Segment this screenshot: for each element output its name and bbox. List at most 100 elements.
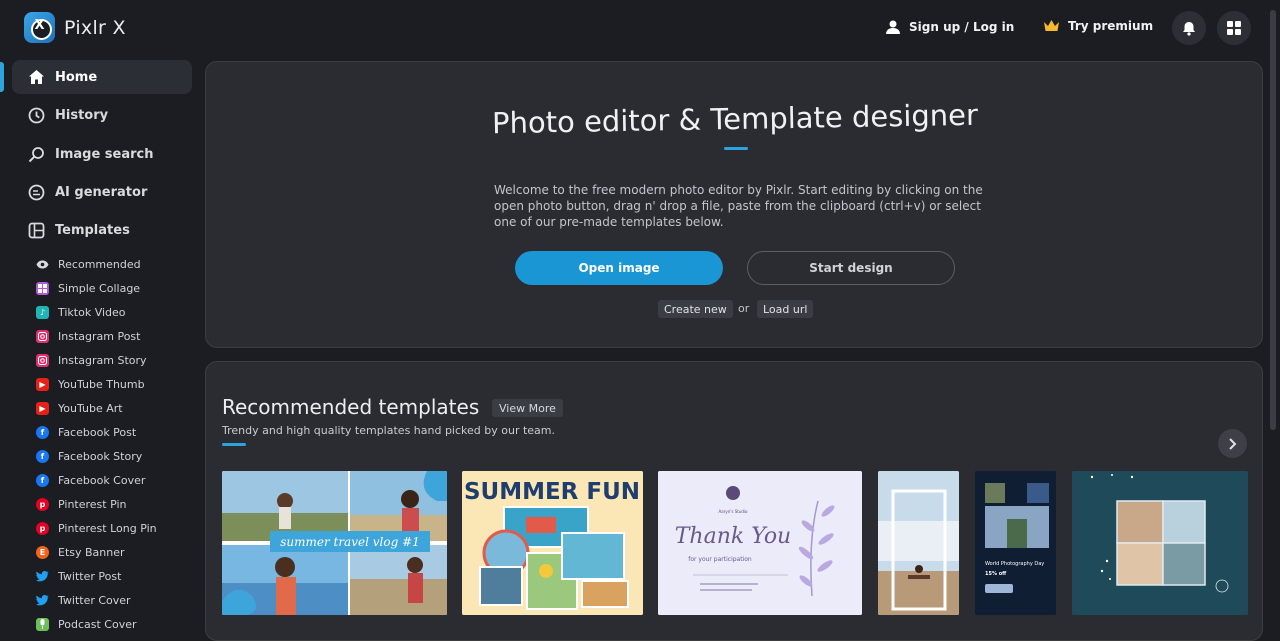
facebook-icon: f — [36, 473, 49, 487]
template-etsy-banner-label: Etsy Banner — [58, 545, 125, 559]
nav-history[interactable]: History — [12, 98, 192, 132]
template-podcast-cover-label: Podcast Cover — [58, 617, 137, 631]
template-simple-collage-label: Simple Collage — [58, 281, 141, 295]
template-card-caption: summer travel vlog #1 — [280, 535, 420, 549]
hero-underline — [724, 147, 748, 150]
nav-ai-generator[interactable]: AI generator — [12, 175, 192, 209]
start-design-button[interactable]: Start design — [747, 251, 955, 285]
microphone-icon — [36, 617, 49, 631]
template-pinterest-long-pin[interactable]: p Pinterest Long Pin — [36, 519, 157, 537]
try-premium-button[interactable]: Try premium — [1043, 19, 1153, 33]
eye-icon — [36, 258, 49, 271]
template-facebook-cover-label: Facebook Cover — [58, 473, 146, 487]
template-card-summer-fun[interactable]: SUMMER FUN — [462, 471, 643, 615]
template-card-travel-vlog[interactable]: summer travel vlog #1 — [222, 471, 447, 615]
template-facebook-cover[interactable]: f Facebook Cover — [36, 471, 145, 489]
template-etsy-banner[interactable]: E Etsy Banner — [36, 543, 125, 561]
recommended-templates-panel: Recommended templates View More Trendy a… — [205, 361, 1263, 641]
twitter-icon — [36, 570, 49, 583]
signup-login-label: Sign up / Log in — [909, 20, 1015, 34]
travel-vlog-thumbnail: summer travel vlog #1 — [222, 471, 447, 615]
next-templates-button[interactable] — [1218, 429, 1247, 458]
nav-home-label: Home — [55, 69, 98, 85]
hero-description: Welcome to the free modern photo editor … — [494, 183, 983, 229]
template-twitter-cover[interactable]: Twitter Cover — [36, 591, 131, 609]
template-card-photography-day[interactable]: World Photography Day 15% off — [975, 471, 1056, 615]
home-icon — [29, 70, 44, 84]
template-instagram-post-label: Instagram Post — [58, 329, 141, 343]
template-tiktok-video[interactable]: ♪ Tiktok Video — [36, 303, 126, 321]
template-recommended-label: Recommended — [58, 257, 141, 271]
recommended-subtitle: Trendy and high quality templates hand p… — [222, 424, 556, 437]
template-card-caption: Thank You — [675, 524, 791, 549]
youtube-icon: ▶ — [36, 377, 49, 391]
hero-panel: Photo editor & Template designer Welcome… — [205, 61, 1263, 348]
or-label: or — [738, 302, 750, 315]
recommended-underline — [222, 443, 246, 446]
nav-templates-label: Templates — [55, 222, 130, 238]
notifications-button[interactable] — [1172, 11, 1206, 45]
template-card-discount: 15% off — [985, 571, 1007, 577]
instagram-icon — [36, 329, 49, 343]
template-tiktok-video-label: Tiktok Video — [58, 305, 126, 319]
page-scrollbar[interactable] — [1270, 10, 1276, 430]
nav-home[interactable]: Home — [12, 60, 192, 94]
app-name: Pixlr X — [64, 16, 126, 39]
template-facebook-story[interactable]: f Facebook Story — [36, 447, 142, 465]
facebook-icon: f — [36, 449, 49, 463]
template-pinterest-pin-label: Pinterest Pin — [58, 497, 127, 511]
instagram-icon — [36, 353, 49, 367]
template-instagram-story-label: Instagram Story — [58, 353, 147, 367]
twitter-icon — [36, 594, 49, 607]
template-card-thank-you[interactable]: Aaryn's Studio Thank You for your partic… — [658, 471, 862, 615]
nav-image-search[interactable]: Image search — [12, 137, 192, 171]
template-card-beach-frame[interactable] — [878, 471, 959, 615]
youtube-icon: ▶ — [36, 401, 49, 415]
template-pinterest-pin[interactable]: p Pinterest Pin — [36, 495, 127, 513]
template-card-studio: Aaryn's Studio — [719, 509, 748, 514]
view-more-button[interactable]: View More — [492, 399, 563, 417]
template-facebook-story-label: Facebook Story — [58, 449, 143, 463]
recommended-title: Recommended templates — [222, 395, 480, 419]
pinterest-icon: p — [36, 521, 49, 535]
create-new-button[interactable]: Create new — [658, 300, 733, 318]
beach-frame-thumbnail — [878, 471, 959, 615]
template-twitter-post[interactable]: Twitter Post — [36, 567, 121, 585]
crown-icon — [1044, 20, 1059, 31]
template-recommended[interactable]: Recommended — [36, 255, 141, 273]
nav-history-label: History — [55, 107, 109, 123]
photography-day-thumbnail: World Photography Day 15% off — [975, 471, 1056, 615]
facebook-icon: f — [36, 425, 49, 439]
signup-login-button[interactable]: Sign up / Log in — [885, 19, 1014, 35]
collage-icon — [36, 281, 49, 295]
hero-title: Photo editor & Template designer — [491, 97, 979, 141]
pixlr-logo-icon: X — [24, 12, 55, 43]
nav-templates[interactable]: Templates — [12, 213, 192, 247]
template-instagram-story[interactable]: Instagram Story — [36, 351, 147, 369]
template-card-caption: SUMMER FUN — [464, 479, 640, 505]
try-premium-label: Try premium — [1068, 19, 1154, 33]
template-card-caption: World Photography Day — [985, 561, 1044, 567]
template-instagram-post[interactable]: Instagram Post — [36, 327, 140, 345]
app-logo[interactable]: X Pixlr X — [24, 12, 126, 43]
template-youtube-art[interactable]: ▶ YouTube Art — [36, 399, 123, 417]
template-pinterest-long-pin-label: Pinterest Long Pin — [58, 521, 157, 535]
open-image-button[interactable]: Open image — [515, 251, 723, 285]
template-card-subcaption: for your participation — [688, 556, 752, 563]
template-youtube-thumb[interactable]: ▶ YouTube Thumb — [36, 375, 145, 393]
template-facebook-post[interactable]: f Facebook Post — [36, 423, 136, 441]
template-podcast-cover[interactable]: Podcast Cover — [36, 615, 137, 633]
top-bar: X Pixlr X Sign up / Log in Try premium — [0, 0, 1280, 56]
template-twitter-post-label: Twitter Post — [58, 569, 122, 583]
summer-fun-thumbnail: SUMMER FUN — [462, 471, 643, 615]
search-icon — [28, 146, 44, 162]
template-card-teal-collage[interactable] — [1072, 471, 1248, 615]
template-youtube-art-label: YouTube Art — [58, 401, 123, 415]
load-url-button[interactable]: Load url — [757, 300, 814, 318]
grid-icon — [1227, 21, 1241, 35]
apps-menu-button[interactable] — [1217, 11, 1251, 45]
chevron-right-icon — [1229, 437, 1237, 450]
templates-icon — [28, 222, 45, 238]
ai-icon — [28, 184, 45, 200]
template-simple-collage[interactable]: Simple Collage — [36, 279, 140, 297]
